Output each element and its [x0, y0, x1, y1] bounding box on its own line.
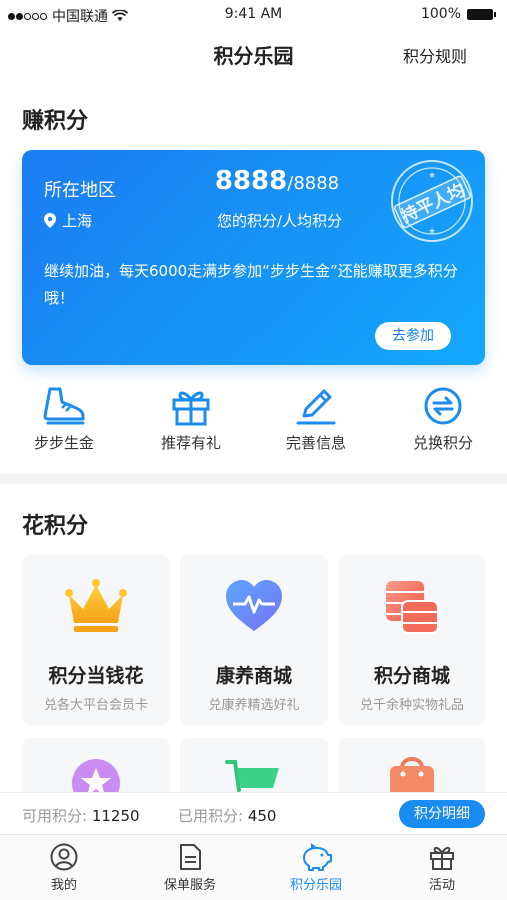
tile-partial-bag[interactable] [338, 738, 486, 792]
tab-policy-label: 保单服务 [163, 878, 216, 893]
nav-bar: 积分乐园 积分规则 [0, 30, 507, 76]
status-bar: 中国联通 9:41 AM 100% [0, 0, 507, 28]
tab-mine[interactable]: 我的 [14, 843, 114, 893]
tile-health-mall[interactable]: 康养商城 兑康养精选好礼 [180, 555, 328, 725]
tab-policy[interactable]: 保单服务 [140, 843, 240, 893]
feature-steps-label: 步步生金 [33, 434, 94, 452]
available-points: 可用积分: 11250 [22, 805, 140, 826]
feature-profile[interactable]: 完善信息 [256, 386, 376, 453]
tab-bar: 我的 保单服务 积分乐园 活动 [0, 834, 507, 900]
tab-activity-label: 活动 [428, 878, 455, 893]
available-points-label: 可用积分: [22, 807, 88, 825]
earn-section-title: 赚积分 [22, 109, 89, 134]
battery-icon [467, 8, 496, 20]
city-name: 上海 [62, 212, 93, 230]
tile-health-mall-name: 康养商城 [215, 665, 292, 687]
svg-text:★: ★ [428, 171, 436, 181]
heart-pulse-icon [226, 580, 282, 631]
tile-points-mall-desc: 兑千余种实物礼品 [359, 698, 464, 713]
battery-group: 100% [420, 6, 496, 22]
section-divider [0, 474, 507, 484]
tile-points-mall[interactable]: 积分商城 兑千余种实物礼品 [338, 555, 486, 725]
feature-exchange[interactable]: 兑换积分 [383, 386, 503, 453]
tab-points-park[interactable]: 积分乐园 [266, 843, 366, 893]
shoe-icon [43, 387, 85, 425]
piggy-bank-icon [303, 843, 332, 871]
star-badge-icon [72, 759, 120, 792]
coins-icon [386, 581, 439, 634]
my-points: 8888 [214, 166, 288, 196]
feature-steps[interactable]: 步步生金 [4, 386, 124, 453]
pencil-icon [296, 389, 336, 425]
points-summary-bar: 可用积分: 11250 已用积分: 450 积分明细 [0, 792, 507, 834]
tile-cash-points-name: 积分当钱花 [48, 665, 144, 687]
feature-referral-label: 推荐有礼 [160, 434, 221, 452]
used-points-value: 450 [247, 807, 277, 825]
gift-icon [430, 846, 454, 870]
points-detail-button[interactable]: 积分明细 [399, 800, 485, 828]
available-points-value: 11250 [91, 807, 140, 825]
document-icon [180, 844, 201, 870]
used-points: 已用积分: 450 [178, 805, 276, 826]
tab-activity[interactable]: 活动 [392, 843, 492, 893]
average-points: /8888 [287, 173, 340, 194]
rules-link[interactable]: 积分规则 [403, 43, 467, 67]
points-value: 8888/8888 [202, 166, 352, 196]
battery-percent: 100% [420, 6, 461, 22]
tile-partial-cart[interactable] [180, 738, 328, 792]
user-icon [50, 843, 78, 871]
stamp-icon: 持平人均 ★ ★ [391, 160, 473, 242]
encourage-message: 继续加油，每天6000走满步参加“步步生金”还能赚取更多积分哦！ [44, 262, 458, 307]
tab-points-park-label: 积分乐园 [289, 878, 342, 893]
cart-icon [225, 760, 279, 792]
tile-health-mall-desc: 兑康养精选好礼 [208, 698, 300, 713]
feature-referral[interactable]: 推荐有礼 [131, 386, 251, 453]
location-pin-icon [44, 213, 56, 228]
stamp-text: 持平人均 [398, 179, 469, 227]
city-location: 上海 [44, 210, 92, 231]
tile-partial-star[interactable] [22, 738, 170, 792]
tile-points-mall-name: 积分商城 [373, 665, 450, 687]
exchange-icon [424, 387, 462, 425]
svg-text:★: ★ [428, 227, 436, 237]
feature-profile-label: 完善信息 [285, 434, 346, 452]
tab-mine-label: 我的 [50, 878, 77, 893]
tile-cash-points[interactable]: 积分当钱花 兑各大平台会员卡 [22, 555, 170, 725]
used-points-label: 已用积分: [178, 807, 244, 825]
region-label: 所在地区 [44, 180, 116, 201]
tile-cash-points-desc: 兑各大平台会员卡 [43, 698, 148, 713]
crown-icon [65, 579, 127, 632]
points-label: 您的积分/人均积分 [216, 212, 343, 230]
points-card: 所在地区 上海 8888/8888 您的积分/人均积分 继续加油，每天6000走… [22, 150, 485, 365]
spend-section-title: 花积分 [22, 514, 89, 539]
bag-icon [390, 757, 434, 792]
join-button[interactable]: 去参加 [375, 322, 451, 350]
gift-icon [172, 391, 210, 426]
feature-exchange-label: 兑换积分 [412, 434, 473, 452]
